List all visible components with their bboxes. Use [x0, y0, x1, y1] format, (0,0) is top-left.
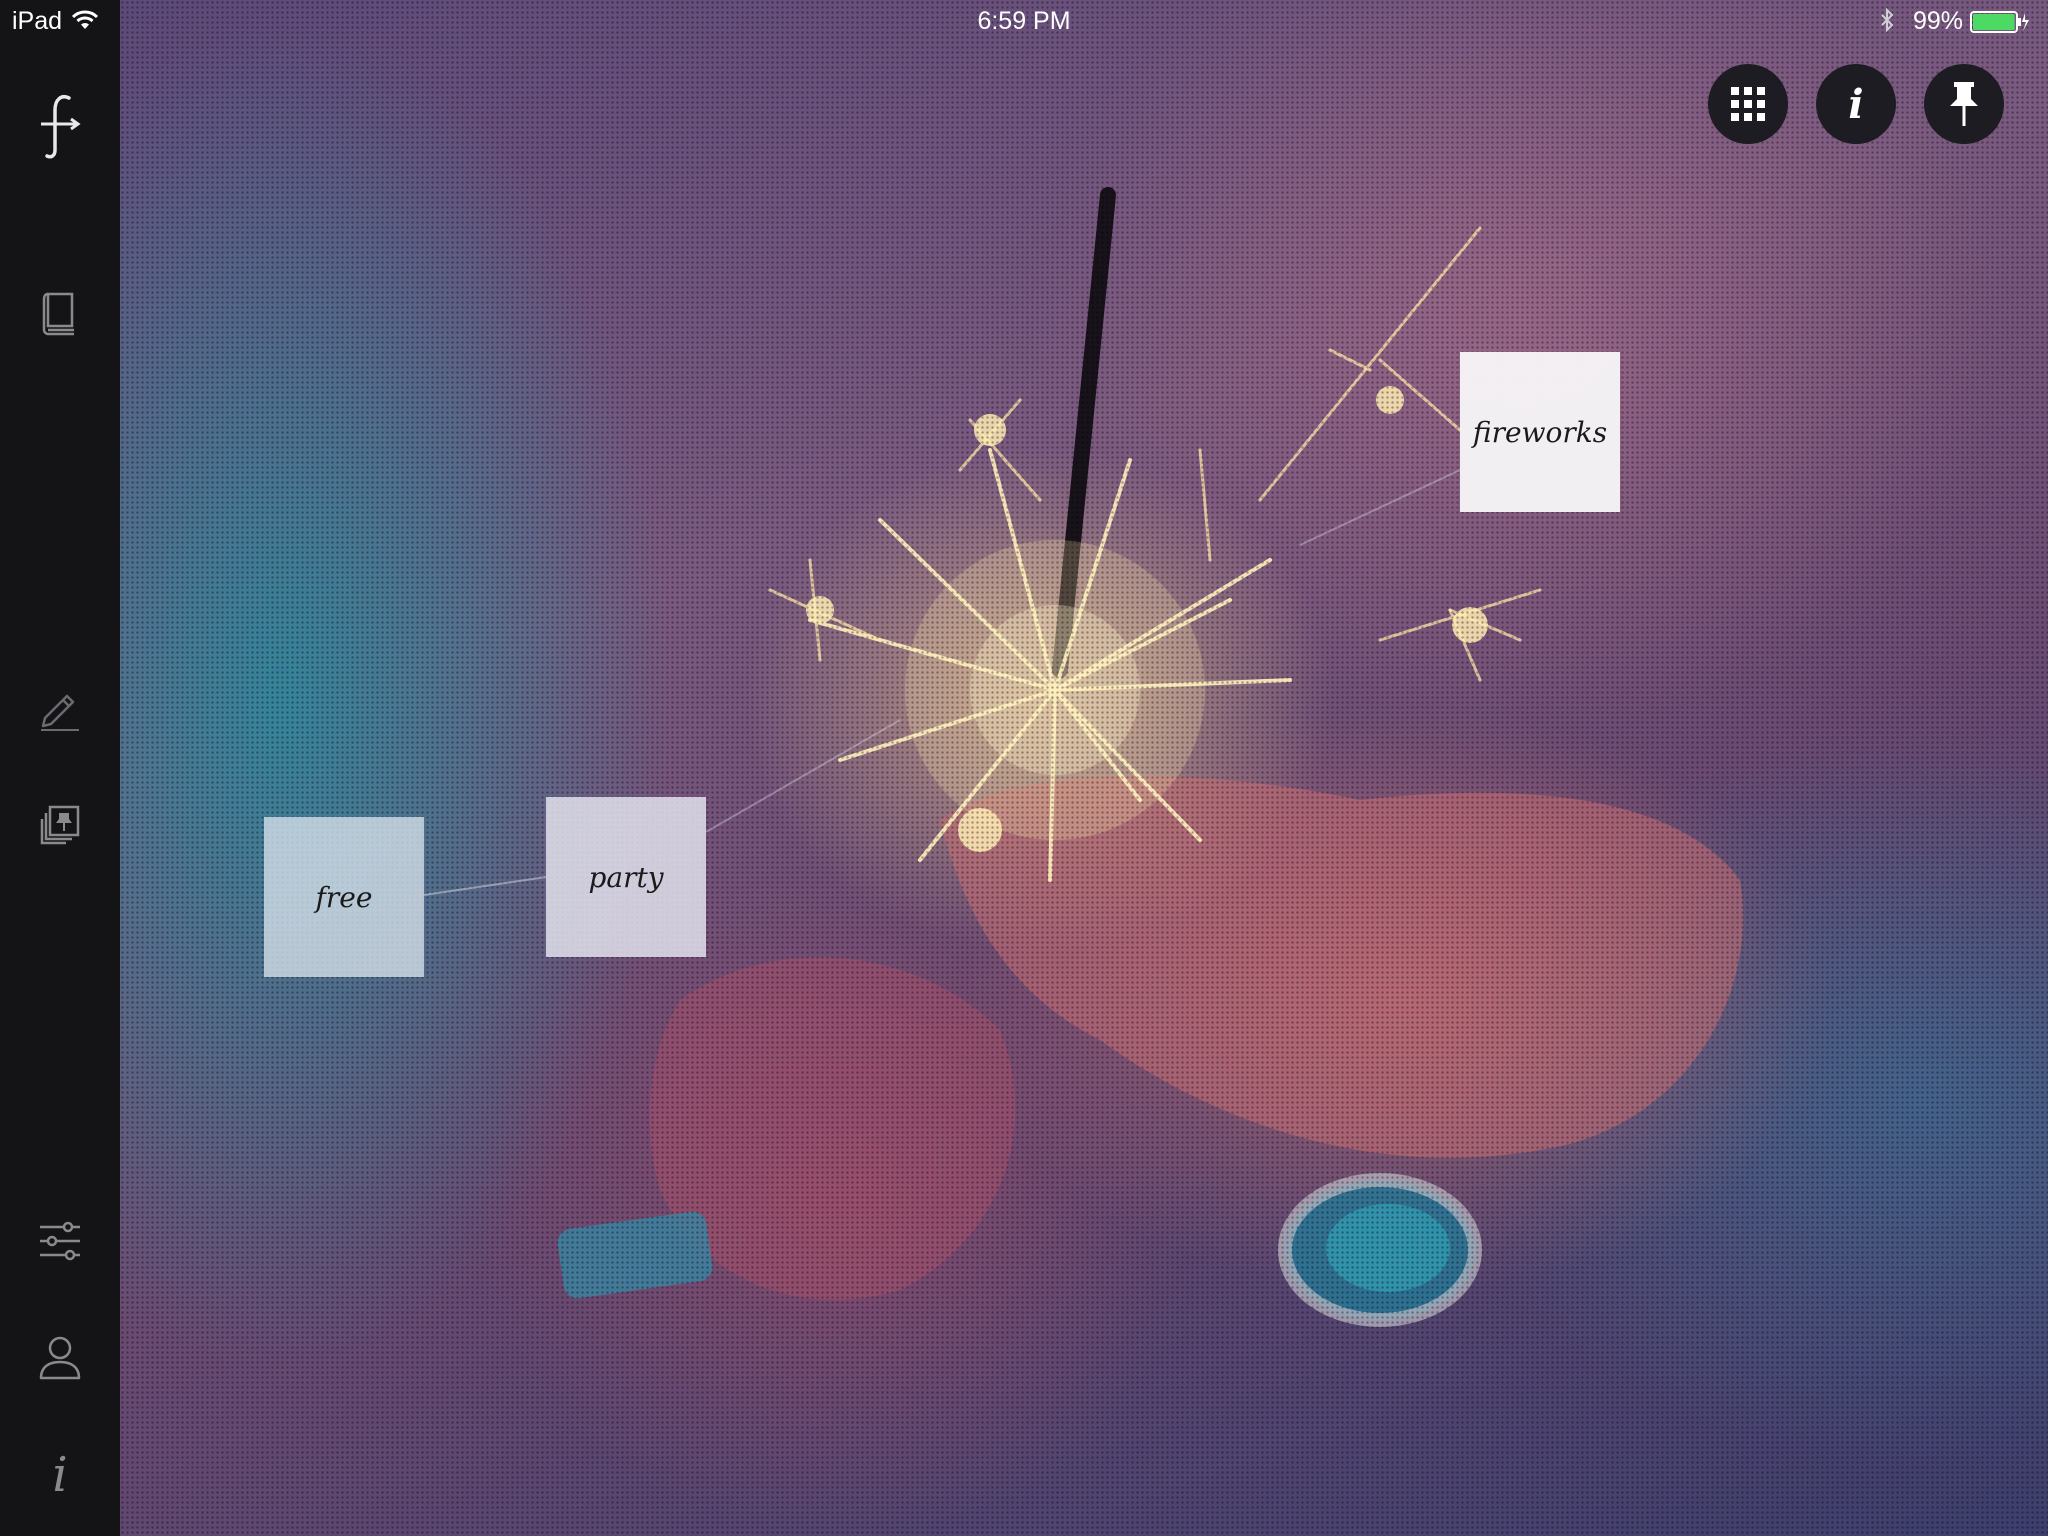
- book-icon: [42, 292, 74, 336]
- pin-icon: [1950, 82, 1978, 126]
- status-bar: iPad 6:59 PM 99%: [0, 0, 2048, 42]
- tag-free[interactable]: free: [264, 817, 424, 977]
- clock: 6:59 PM: [977, 7, 1071, 35]
- pinned-stack-icon: [40, 805, 80, 845]
- info-button[interactable]: i: [1816, 64, 1896, 144]
- battery-percent: 99%: [1913, 7, 1964, 35]
- sidebar: i: [0, 0, 120, 1536]
- grid-view-button[interactable]: [1708, 64, 1788, 144]
- fontli-logo-icon: [41, 95, 81, 159]
- profile-icon: [39, 1336, 81, 1380]
- sidebar-item-profile[interactable]: [25, 1322, 95, 1392]
- sliders-icon: [40, 1221, 80, 1261]
- app-logo[interactable]: [25, 92, 95, 162]
- grid-icon: [1731, 87, 1765, 121]
- sidebar-item-pinned[interactable]: [25, 790, 95, 860]
- tag-fireworks[interactable]: fireworks: [1460, 352, 1620, 512]
- tag-label: free: [315, 880, 373, 914]
- battery-icon: [1970, 11, 2029, 33]
- sparkler-photo: [557, 187, 1744, 1327]
- info-icon: i: [52, 1447, 68, 1503]
- tag-label: fireworks: [1472, 415, 1608, 449]
- sidebar-item-edit[interactable]: [25, 674, 95, 744]
- info-icon: i: [1848, 80, 1864, 128]
- tag-party[interactable]: party: [546, 797, 706, 957]
- bluetooth-icon: [1881, 8, 1894, 32]
- pin-button[interactable]: [1924, 64, 2004, 144]
- tag-label: party: [588, 860, 664, 894]
- sidebar-item-settings[interactable]: [25, 1206, 95, 1276]
- app-screen: free party fireworks i i iPad 6:59 PM 99…: [0, 0, 2048, 1536]
- photo-canvas[interactable]: [120, 0, 2048, 1536]
- sidebar-item-about[interactable]: i: [25, 1440, 95, 1510]
- sidebar-item-books[interactable]: [25, 278, 95, 348]
- pencil-icon: [41, 694, 79, 731]
